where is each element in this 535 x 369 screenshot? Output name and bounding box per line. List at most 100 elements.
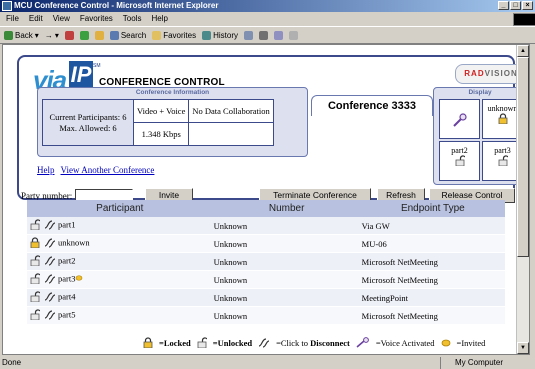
number-header: Number <box>212 200 361 217</box>
number-cell: Unknown <box>212 234 361 253</box>
endpoint-cell: Microsoft NetMeeting <box>360 252 505 271</box>
unlocked-icon <box>197 337 207 348</box>
print-icon[interactable] <box>258 30 268 40</box>
table-row: part1 Unknown Via GW <box>27 217 505 235</box>
mail-icon[interactable] <box>243 30 253 40</box>
disconnect-icon[interactable] <box>44 237 56 248</box>
table-row: part4 Unknown MeetingPoint <box>27 288 505 307</box>
help-link[interactable]: Help <box>37 165 55 175</box>
favorites-button[interactable]: Favorites <box>152 30 196 40</box>
endpoint-cell: MeetingPoint <box>360 288 505 307</box>
number-cell: Unknown <box>212 217 361 235</box>
edit-icon[interactable] <box>273 30 283 40</box>
conference-name: Conference 3333 <box>311 95 433 116</box>
unlocked-icon[interactable] <box>30 309 41 321</box>
view-another-conference-link[interactable]: View Another Conference <box>61 165 155 175</box>
disconnect-icon[interactable] <box>44 273 56 284</box>
discuss-icon[interactable] <box>288 30 298 40</box>
display-header: Display <box>468 89 492 96</box>
scroll-thumb[interactable] <box>517 57 529 257</box>
disconnect-icon[interactable] <box>44 291 56 302</box>
status-text: Done <box>2 358 22 367</box>
search-icon <box>109 30 119 40</box>
unlocked-icon[interactable] <box>30 273 41 285</box>
endpoint-cell: Microsoft NetMeeting <box>360 306 505 325</box>
voice-activated-icon <box>356 337 369 348</box>
number-cell: Unknown <box>212 306 361 325</box>
locked-icon[interactable] <box>30 237 40 249</box>
invited-icon <box>76 275 83 282</box>
security-zone: My Computer <box>440 357 530 369</box>
participant-cell: part1 <box>27 217 213 235</box>
participant-name: part1 <box>58 219 76 230</box>
disconnect-icon[interactable] <box>44 219 56 230</box>
legend: =Locked =Unlocked =Click to Disconnect =… <box>143 337 485 348</box>
scroll-down-arrow[interactable]: ▼ <box>517 342 529 354</box>
refresh-icon[interactable] <box>79 30 89 40</box>
number-cell: Unknown <box>212 270 361 289</box>
conference-control-panel: via IP SM CONFERENCE CONTROL RADVISION C… <box>17 55 527 203</box>
participant-cell: part2 <box>27 252 213 271</box>
participant-name: part5 <box>58 309 76 320</box>
close-button[interactable]: × <box>522 1 533 10</box>
endpoint-cell: MU-06 <box>360 234 505 253</box>
display-box: Display unknown part2 part3 <box>433 87 527 185</box>
unlocked-icon[interactable] <box>30 291 41 303</box>
participants-body: part1 Unknown Via GW unknown Unknown MU-06 par… <box>27 217 505 325</box>
vertical-scrollbar[interactable]: ▲ ▼ <box>516 45 529 354</box>
unlocked-icon <box>455 155 465 167</box>
conference-info-table: Current Participants: 6 Max. Allowed: 6 V… <box>42 99 274 146</box>
unlocked-icon <box>498 155 508 167</box>
menu-file[interactable]: File <box>6 13 19 25</box>
unlocked-icon[interactable] <box>30 255 41 267</box>
search-button[interactable]: Search <box>109 30 146 40</box>
bitrate: 1.348 Kbps <box>132 122 190 146</box>
menu-tools[interactable]: Tools <box>123 13 142 25</box>
history-button[interactable]: History <box>202 30 238 40</box>
participant-header: Participant <box>27 200 213 217</box>
disconnect-icon[interactable] <box>44 309 56 320</box>
display-cell-part2[interactable]: part2 <box>439 141 480 181</box>
menu-help[interactable]: Help <box>151 13 167 25</box>
legend-invited: =Invited <box>456 337 486 348</box>
page-content: via IP SM CONFERENCE CONTROL RADVISION C… <box>2 44 530 355</box>
menu-bar: File Edit View Favorites Tools Help <box>0 13 535 26</box>
table-row: part5 Unknown Microsoft NetMeeting <box>27 306 505 325</box>
history-icon <box>202 30 212 40</box>
number-cell: Unknown <box>212 288 361 307</box>
maximize-button[interactable]: □ <box>510 1 521 10</box>
stop-icon[interactable] <box>64 30 74 40</box>
disconnect-icon[interactable] <box>44 255 56 266</box>
menu-view[interactable]: View <box>53 13 70 25</box>
locked-icon <box>143 337 153 348</box>
endpoint-cell: Microsoft NetMeeting <box>360 270 505 289</box>
table-row: unknown Unknown MU-06 <box>27 234 505 253</box>
scroll-up-arrow[interactable]: ▲ <box>517 45 529 57</box>
endpoint-cell: Via GW <box>360 217 505 235</box>
participants-count: Current Participants: 6 Max. Allowed: 6 <box>42 99 134 146</box>
participants-table: Participant Number Endpoint Type part1 Un… <box>27 200 505 325</box>
empty-cell <box>188 122 274 146</box>
unlocked-icon[interactable] <box>30 219 41 231</box>
menu-favorites[interactable]: Favorites <box>80 13 113 25</box>
participant-name: part3 <box>58 273 76 284</box>
title-bar: MCU Conference Control - Microsoft Inter… <box>0 0 535 12</box>
invited-icon <box>441 339 450 346</box>
participant-cell: part4 <box>27 288 213 307</box>
table-row: part3 Unknown Microsoft NetMeeting <box>27 270 505 289</box>
back-arrow-icon <box>4 30 13 40</box>
endpoint-type-header: Endpoint Type <box>360 200 505 217</box>
minimize-button[interactable]: _ <box>498 1 509 10</box>
participant-name: part4 <box>58 291 76 302</box>
home-icon[interactable] <box>94 30 104 40</box>
back-button[interactable]: Back ▾ <box>4 30 39 40</box>
ie-app-icon <box>2 1 12 11</box>
forward-button[interactable]: → ▾ <box>45 31 59 40</box>
participant-name: part2 <box>58 255 76 266</box>
participant-name: unknown <box>58 237 90 248</box>
favorites-icon <box>152 30 162 40</box>
display-cell-voice[interactable] <box>439 99 480 139</box>
menu-edit[interactable]: Edit <box>29 13 43 25</box>
legend-disconnect: =Click to Disconnect <box>276 337 350 348</box>
number-cell: Unknown <box>212 252 361 271</box>
